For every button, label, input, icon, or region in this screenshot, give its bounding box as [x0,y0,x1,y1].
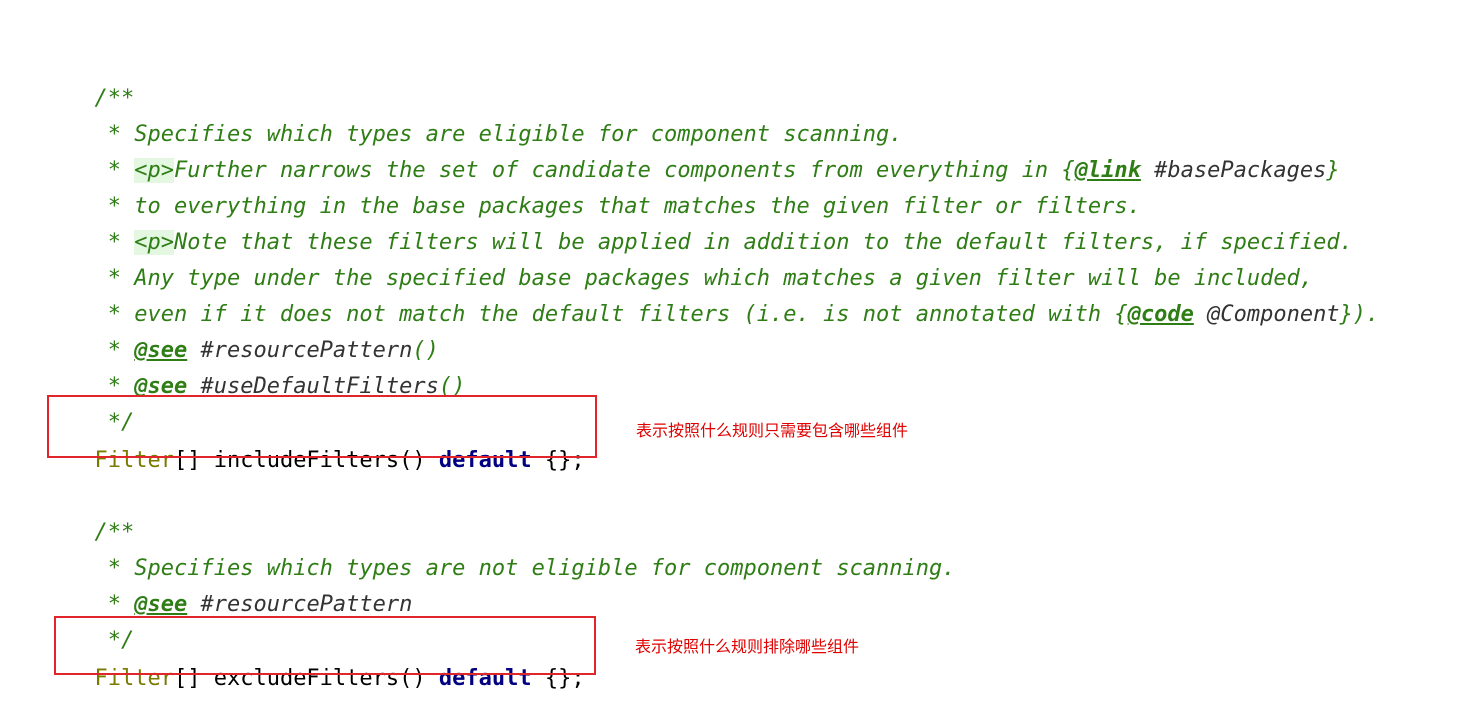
javadoc-see-3: * @see #resourcePattern [94,592,413,617]
javadoc-code-tag[interactable]: @code [1128,302,1194,327]
javadoc-line-1: * Specifies which types are eligible for… [94,122,903,147]
javadoc-see-1: * @see #resourcePattern() [94,338,439,363]
exclude-filters-annotation: 表示按照什么规则排除哪些组件 [635,637,860,656]
include-filters-highlight-box [47,395,597,458]
javadoc-open-1: /** [94,86,135,111]
javadoc-line-6: * even if it does not match the default … [94,302,1380,327]
exclude-filters-highlight-box [54,616,596,675]
javadoc-open-2: /** [94,520,135,545]
javadoc-line-7: * Specifies which types are not eligible… [94,556,956,581]
javadoc-line-5: * Any type under the specified base pack… [94,266,1314,291]
javadoc-line-4: * <p>Note that these filters will be app… [94,230,1353,255]
javadoc-see-2: * @see #useDefaultFilters() [94,374,466,399]
javadoc-line-2: * <p>Further narrows the set of candidat… [94,158,1340,183]
include-filters-annotation: 表示按照什么规则只需要包含哪些组件 [636,421,909,440]
javadoc-see-tag[interactable]: @see [134,592,187,617]
javadoc-line-3: * to everything in the base packages tha… [94,194,1141,219]
